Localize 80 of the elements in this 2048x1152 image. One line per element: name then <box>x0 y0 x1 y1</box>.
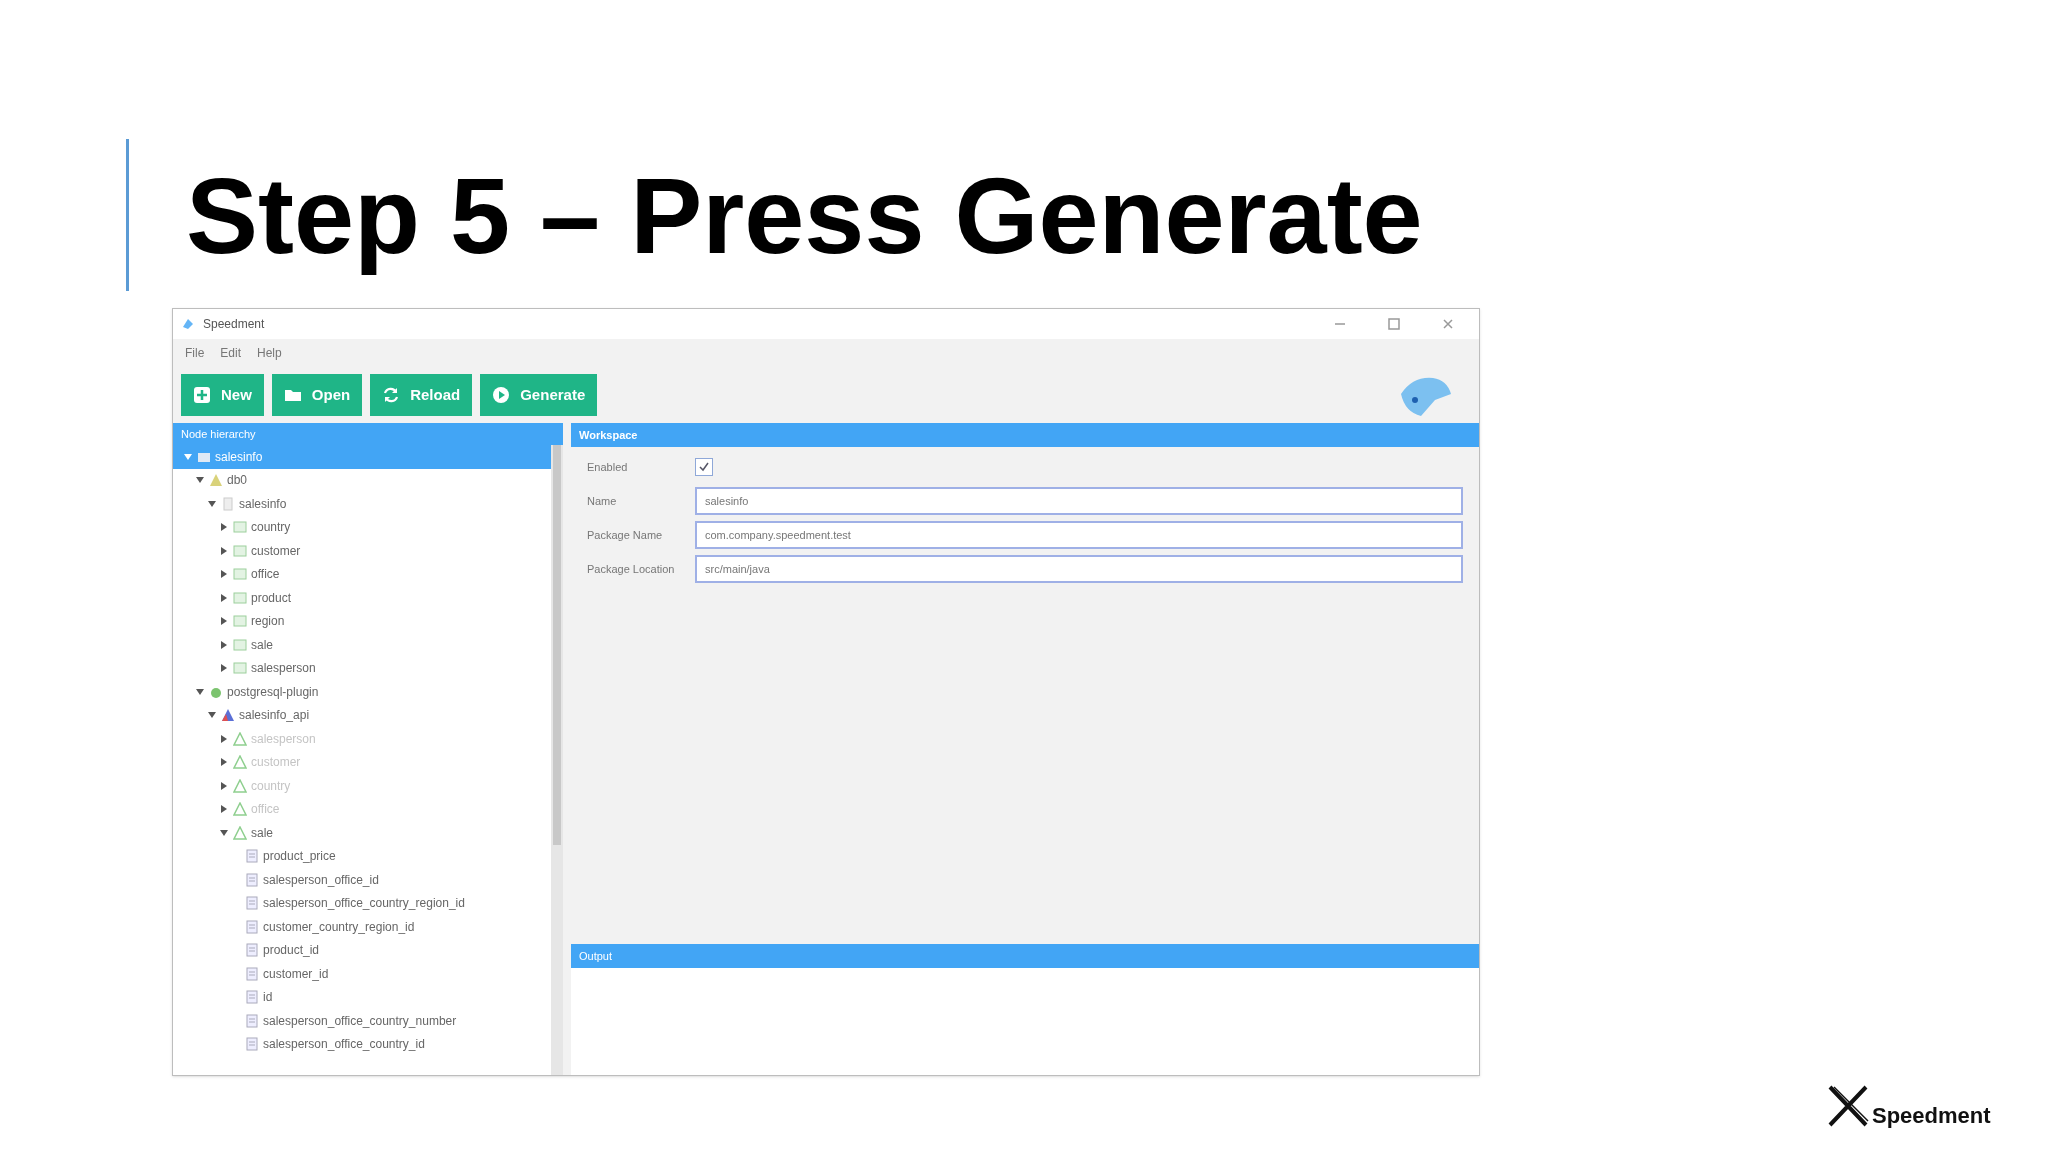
tree-item[interactable]: product_id <box>263 941 320 960</box>
tree-item[interactable]: salesperson_office_id <box>263 870 379 889</box>
input-field[interactable]: salesinfo <box>695 487 1463 515</box>
input-field[interactable]: com.company.speedment.test <box>695 521 1463 549</box>
checkbox[interactable] <box>695 458 713 476</box>
collapsed-arrow-icon[interactable] <box>219 592 229 603</box>
collapsed-arrow-icon[interactable] <box>219 545 229 556</box>
tree-item[interactable]: db0 <box>227 471 248 490</box>
menu-item[interactable]: Edit <box>220 344 242 362</box>
tree-item[interactable]: sale <box>251 635 273 654</box>
brand-name: Speedment <box>1872 1105 1991 1127</box>
tree-item[interactable]: customer <box>251 541 301 560</box>
table-icon <box>233 567 247 582</box>
column-icon <box>245 872 259 887</box>
collapsed-arrow-icon[interactable] <box>219 616 229 627</box>
column-icon <box>245 990 259 1005</box>
collapsed-arrow-icon[interactable] <box>219 569 229 580</box>
refresh-icon <box>382 386 401 404</box>
tree-item[interactable]: postgresql-plugin <box>227 682 319 701</box>
collapsed-arrow-icon[interactable] <box>219 663 229 674</box>
table-icon <box>233 520 247 535</box>
tree-item[interactable]: region <box>251 612 285 631</box>
triangle-icon <box>233 755 247 770</box>
field-label: Package Name <box>587 527 664 543</box>
table-icon <box>233 661 247 676</box>
x-logo-icon <box>1826 1083 1870 1129</box>
check-icon <box>698 461 710 473</box>
panel-header: Workspace <box>571 423 1479 447</box>
tree-item[interactable]: product <box>251 588 292 607</box>
table-icon <box>233 590 247 605</box>
plus-icon <box>193 386 211 404</box>
panel-header: Node hierarchy <box>173 423 563 445</box>
app-icon <box>181 317 195 331</box>
triangle-icon <box>233 778 247 793</box>
field-label: Package Location <box>587 561 676 577</box>
table-icon <box>233 543 247 558</box>
tree-item[interactable]: product_price <box>263 847 336 866</box>
menu-item[interactable]: File <box>185 344 205 362</box>
close-icon[interactable] <box>1441 317 1455 331</box>
tree-item[interactable]: salesperson_office_country_number <box>263 1011 457 1030</box>
play-icon <box>492 386 511 404</box>
column-icon <box>245 943 259 958</box>
field-label: Name <box>587 493 618 509</box>
scrollbar[interactable] <box>551 445 563 1075</box>
tree-item[interactable]: salesinfo_api <box>239 706 310 725</box>
collapsed-arrow-icon[interactable] <box>219 639 229 650</box>
expanded-arrow-icon[interactable] <box>195 686 205 697</box>
triangle-icon <box>233 731 247 746</box>
tree-item[interactable]: customer_country_region_id <box>263 917 415 936</box>
panel-header: Output <box>571 944 1479 968</box>
table-icon <box>233 614 247 629</box>
tree-item[interactable]: salesperson_office_country_id <box>263 1035 425 1054</box>
database-icon <box>209 473 223 488</box>
window-title: Speedment <box>203 316 265 333</box>
collapsed-arrow-icon[interactable] <box>219 522 229 533</box>
column-icon <box>245 966 259 981</box>
field-label: Enabled <box>587 459 629 475</box>
tree-item[interactable]: country <box>251 518 291 537</box>
input-field[interactable]: src/main/java <box>695 555 1463 583</box>
column-icon <box>245 1013 259 1028</box>
triangle-icon <box>221 708 235 723</box>
slide-title: Step 5 – Press Generate <box>186 154 1423 278</box>
schema-icon <box>221 496 235 511</box>
tree-item[interactable]: salesperson <box>251 659 316 678</box>
column-icon <box>245 919 259 934</box>
table-icon <box>233 637 247 652</box>
column-icon <box>245 1037 259 1052</box>
tree-item[interactable]: customer_id <box>263 964 329 983</box>
triangle-icon <box>233 802 247 817</box>
column-icon <box>245 849 259 864</box>
tree-item[interactable]: office <box>251 565 280 584</box>
expanded-arrow-icon[interactable] <box>207 498 217 509</box>
tree-item[interactable]: id <box>263 988 273 1007</box>
column-icon <box>245 896 259 911</box>
expanded-arrow-icon[interactable] <box>219 827 229 838</box>
tree-item[interactable]: sale <box>251 823 273 842</box>
triangle-icon <box>233 825 247 840</box>
tree-item[interactable]: salesperson_office_country_region_id <box>263 894 465 913</box>
tree-item[interactable]: salesinfo <box>239 494 287 513</box>
menu-item[interactable]: Help <box>257 344 282 362</box>
